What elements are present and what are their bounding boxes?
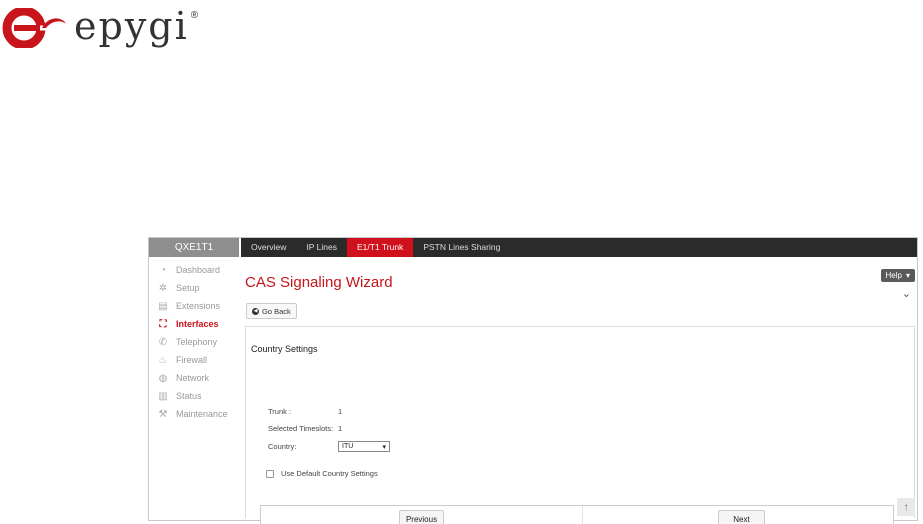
tab-ip-lines[interactable]: IP Lines — [296, 238, 347, 257]
page-title: CAS Signaling Wizard — [245, 274, 393, 291]
sidebar-item-extensions[interactable]: ▤ Extensions — [149, 297, 239, 315]
timeslots-label: Selected Timeslots: — [268, 424, 334, 433]
registered-mark: ® — [190, 10, 199, 21]
country-select[interactable]: ITU ▾ — [338, 441, 390, 452]
chevron-down-icon[interactable]: ⌄ — [902, 287, 911, 300]
bar-chart-icon: ▥ — [158, 390, 168, 402]
brand-name: epygi — [74, 4, 189, 48]
tab-bar: Overview IP Lines E1/T1 Trunk PSTN Lines… — [241, 238, 917, 257]
sidebar-item-label: Firewall — [176, 355, 208, 365]
book-icon: ▤ — [158, 300, 168, 312]
network-tree-icon: ⛶ — [159, 318, 167, 330]
divider — [582, 506, 583, 524]
timeslots-value: 1 — [338, 424, 343, 433]
next-button[interactable]: Next — [718, 510, 765, 524]
globe-icon: ◍ — [158, 372, 168, 384]
country-selected-value: ITU — [342, 443, 354, 450]
help-button[interactable]: Help ▾ — [880, 269, 915, 282]
section-title: Country Settings — [251, 344, 318, 354]
trunk-value: 1 — [338, 407, 343, 416]
help-label: Help — [885, 271, 902, 280]
sidebar-item-label: Maintenance — [176, 409, 228, 419]
scroll-to-top-icon[interactable]: ↑ — [897, 498, 915, 516]
sidebar-item-status[interactable]: ▥ Status — [149, 387, 239, 405]
country-row: Country: ITU ▾ — [268, 441, 390, 452]
sidebar: QXE1T1 ◔ Dashboard ✲ Setup ▤ Extensions … — [149, 238, 239, 520]
main-content: Help ▾ ⌄ CAS Signaling Wizard ◀ Go Back … — [241, 257, 917, 524]
tab-overview[interactable]: Overview — [241, 238, 296, 257]
sidebar-item-setup[interactable]: ✲ Setup — [149, 279, 239, 297]
tab-e1-t1-trunk[interactable]: E1/T1 Trunk — [347, 238, 414, 257]
flame-icon: ♨ — [158, 354, 168, 366]
sidebar-item-interfaces[interactable]: ⛶ Interfaces — [149, 315, 239, 333]
gear-icon: ✲ — [158, 282, 168, 294]
sidebar-item-label: Dashboard — [176, 265, 221, 275]
previous-button[interactable]: Previous — [399, 510, 444, 524]
wrench-icon: ⚒ — [158, 408, 168, 420]
sidebar-item-network[interactable]: ◍ Network — [149, 369, 239, 387]
app-window: QXE1T1 ◔ Dashboard ✲ Setup ▤ Extensions … — [148, 237, 918, 524]
phone-icon: ✆ — [158, 336, 168, 348]
timeslots-row: Selected Timeslots: 1 — [268, 424, 342, 433]
default-country-checkbox[interactable] — [266, 469, 274, 478]
country-label: Country: — [268, 442, 297, 451]
dashboard-icon: ◔ — [159, 264, 167, 276]
sidebar-item-label: Status — [176, 391, 202, 401]
sidebar-item-firewall[interactable]: ♨ Firewall — [149, 351, 239, 369]
sidebar-item-label: Extensions — [176, 301, 221, 311]
sidebar-item-label: Setup — [176, 283, 200, 293]
caret-down-icon: ▾ — [905, 271, 910, 280]
default-country-label: Use Default Country Settings — [281, 469, 378, 478]
sidebar-item-label: Telephony — [176, 337, 218, 347]
sidebar-item-label: Interfaces — [176, 319, 219, 329]
epygi-logo-mark-icon — [2, 8, 68, 48]
go-back-button[interactable]: ◀ Go Back — [246, 303, 297, 319]
page: epygi ® QXE1T1 ◔ Dashboard ✲ Setup ▤ Ext… — [0, 0, 923, 524]
trunk-row: Trunk : 1 — [268, 407, 342, 416]
go-back-label: Go Back — [262, 306, 291, 316]
tab-pstn-lines-sharing[interactable]: PSTN Lines Sharing — [413, 238, 510, 257]
sidebar-item-label: Network — [176, 373, 210, 383]
sidebar-menu: ◔ Dashboard ✲ Setup ▤ Extensions ⛶ Inter… — [149, 261, 239, 423]
epygi-logo: epygi ® — [2, 6, 232, 50]
wizard-panel: Country Settings Trunk : 1 Selected Time… — [245, 326, 915, 524]
back-arrow-icon: ◀ — [252, 307, 259, 315]
sidebar-item-dashboard[interactable]: ◔ Dashboard — [149, 261, 239, 279]
caret-down-icon: ▾ — [382, 443, 386, 451]
wizard-button-bar: Previous Next — [260, 505, 894, 524]
device-name: QXE1T1 — [149, 238, 239, 257]
trunk-label: Trunk : — [268, 407, 292, 416]
default-country-setting-row: Use Default Country Settings — [266, 469, 378, 478]
sidebar-item-telephony[interactable]: ✆ Telephony — [149, 333, 239, 351]
sidebar-item-maintenance[interactable]: ⚒ Maintenance — [149, 405, 239, 423]
